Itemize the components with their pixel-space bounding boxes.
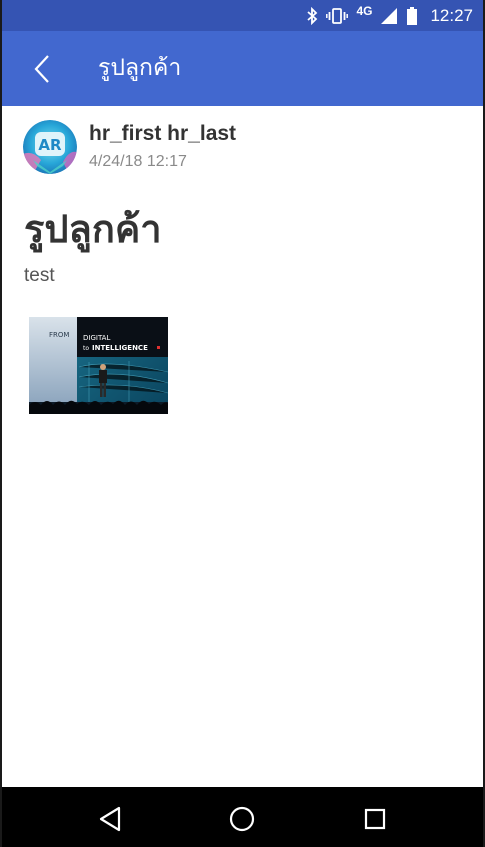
- photo-text-digital: DIGITAL: [83, 334, 110, 342]
- author-name: hr_first hr_last: [89, 122, 237, 145]
- recents-square-icon: [364, 808, 386, 830]
- photo-text-intelligence: INTELLIGENCE: [92, 344, 148, 352]
- bluetooth-icon: [306, 6, 318, 25]
- post-timestamp: 4/24/18 12:17: [89, 153, 187, 170]
- nav-back-button[interactable]: [92, 801, 128, 837]
- back-button[interactable]: [22, 49, 62, 89]
- back-triangle-icon: [99, 806, 121, 832]
- app-bar: รูปลูกค้า: [2, 31, 483, 106]
- battery-icon: [406, 6, 418, 26]
- avatar-initials: AR: [38, 136, 62, 154]
- post-title: รูปลูกค้า: [24, 207, 162, 251]
- avatar[interactable]: AR: [23, 120, 77, 174]
- screen: 4G 12:27 รูปลูกค้า AR hr_first hr_last 4…: [2, 0, 483, 847]
- signal-icon: [380, 7, 398, 25]
- nav-recents-button[interactable]: [357, 801, 393, 837]
- network-type: 4G: [356, 3, 373, 18]
- chevron-left-icon: [34, 55, 49, 83]
- system-nav-bar: [2, 787, 483, 847]
- post-body: test: [24, 265, 55, 286]
- photo-text-to: to: [83, 345, 89, 352]
- status-time: 12:27: [430, 5, 473, 25]
- post-photo[interactable]: FROM DIGITAL to INTELLIGENCE: [29, 317, 168, 414]
- home-circle-icon: [229, 806, 255, 832]
- status-bar: 4G 12:27: [2, 0, 483, 31]
- photo-text-from: FROM: [49, 331, 69, 339]
- vibrate-icon: [326, 7, 349, 25]
- post-author-row: AR hr_first hr_last 4/24/18 12:17: [22, 118, 462, 178]
- page-title: รูปลูกค้า: [98, 55, 182, 81]
- nav-home-button[interactable]: [224, 801, 260, 837]
